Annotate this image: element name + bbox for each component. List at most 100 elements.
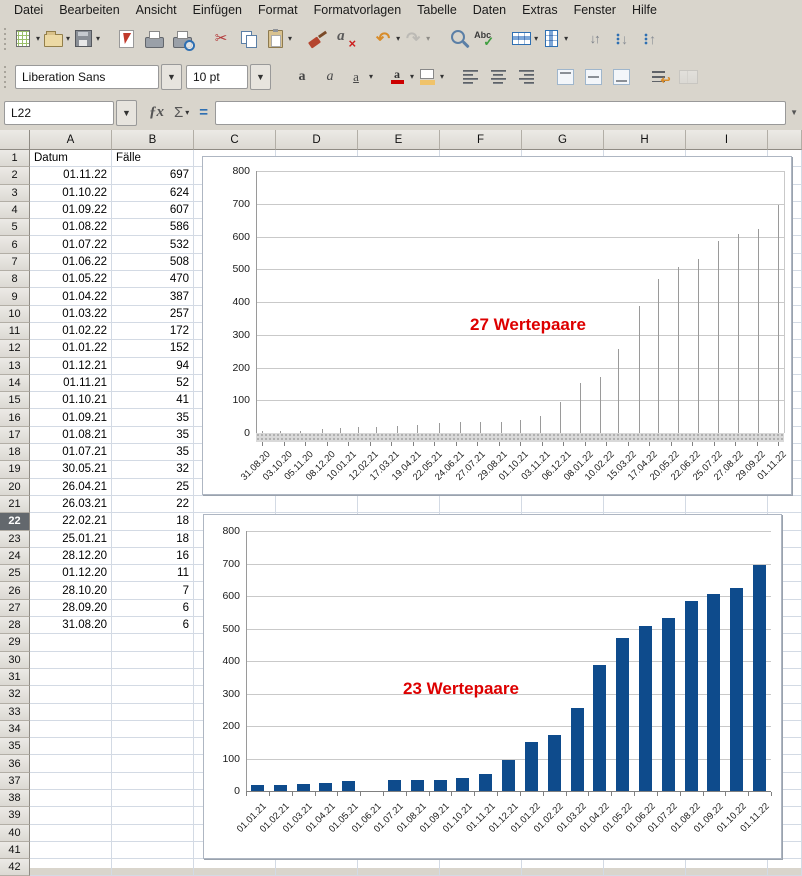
- cell-B28[interactable]: 6: [112, 617, 194, 634]
- cell-B18[interactable]: 35: [112, 444, 194, 461]
- cut-button[interactable]: ✂: [208, 25, 234, 53]
- cell-A41[interactable]: [30, 842, 112, 859]
- save-dropdown-icon[interactable]: ▾: [96, 34, 100, 43]
- cell-B25[interactable]: 11: [112, 565, 194, 582]
- sort-ascending-button[interactable]: ↓: [609, 25, 635, 53]
- column-header-partial[interactable]: [768, 130, 802, 150]
- row-header-18[interactable]: 18: [0, 444, 30, 461]
- cell-B3[interactable]: 624: [112, 185, 194, 202]
- find-replace-button[interactable]: [443, 25, 469, 53]
- cell-A40[interactable]: [30, 825, 112, 842]
- formula-input[interactable]: [215, 101, 786, 125]
- print-button[interactable]: [141, 25, 167, 53]
- cell-A1[interactable]: Datum: [30, 150, 112, 167]
- chart-27-wertepaare[interactable]: 800700600500400300200100031.08.2003.10.2…: [202, 156, 792, 495]
- row-header-36[interactable]: 36: [0, 755, 30, 772]
- row-header-8[interactable]: 8: [0, 271, 30, 288]
- row-button[interactable]: ▾: [510, 25, 538, 53]
- clone-formatting-button[interactable]: [305, 25, 331, 53]
- row-header-11[interactable]: 11: [0, 323, 30, 340]
- cell-A12[interactable]: 01.01.22: [30, 340, 112, 357]
- sum-icon[interactable]: Σ▾: [174, 104, 189, 121]
- cell-A38[interactable]: [30, 790, 112, 807]
- cell-A19[interactable]: 30.05.21: [30, 461, 112, 478]
- cell-B6[interactable]: 532: [112, 236, 194, 253]
- clear-formatting-button[interactable]: a×: [333, 25, 359, 53]
- column-header-C[interactable]: C: [194, 130, 276, 150]
- row-header-9[interactable]: 9: [0, 288, 30, 305]
- redo-dropdown-icon[interactable]: ▾: [426, 34, 430, 43]
- row-header-19[interactable]: 19: [0, 461, 30, 478]
- open-button[interactable]: ▾: [42, 25, 70, 53]
- cell-B30[interactable]: [112, 652, 194, 669]
- row-header-2[interactable]: 2: [0, 167, 30, 184]
- cell-reference-field[interactable]: L22: [4, 101, 114, 125]
- align-middle-button[interactable]: [580, 63, 606, 91]
- cell-A10[interactable]: 01.03.22: [30, 306, 112, 323]
- menu-hilfe[interactable]: Hilfe: [624, 3, 665, 17]
- cell-A25[interactable]: 01.12.20: [30, 565, 112, 582]
- cell-E21[interactable]: [358, 496, 440, 513]
- undo-button[interactable]: ↶▾: [372, 25, 400, 53]
- cell-I21[interactable]: [686, 496, 768, 513]
- menu-extras[interactable]: Extras: [514, 3, 565, 17]
- row-header-25[interactable]: 25: [0, 565, 30, 582]
- cell-A9[interactable]: 01.04.22: [30, 288, 112, 305]
- row-dropdown-icon[interactable]: ▾: [534, 34, 538, 43]
- cell-A34[interactable]: [30, 721, 112, 738]
- row-header-28[interactable]: 28: [0, 617, 30, 634]
- cell-B2[interactable]: 697: [112, 167, 194, 184]
- underline-dropdown-icon[interactable]: ▾: [369, 72, 373, 81]
- cell-A6[interactable]: 01.07.22: [30, 236, 112, 253]
- row-header-22[interactable]: 22: [0, 513, 30, 530]
- align-bottom-button[interactable]: [608, 63, 634, 91]
- expand-formula-bar-icon[interactable]: ▼: [790, 108, 798, 117]
- open-dropdown-icon[interactable]: ▾: [66, 34, 70, 43]
- merge-cells-button[interactable]: [675, 63, 701, 91]
- font-color-button[interactable]: a▾: [386, 63, 414, 91]
- name-box[interactable]: L22 ▼: [4, 100, 137, 126]
- row-header-15[interactable]: 15: [0, 392, 30, 409]
- new-dropdown-icon[interactable]: ▾: [36, 34, 40, 43]
- row-header-14[interactable]: 14: [0, 375, 30, 392]
- row-header-24[interactable]: 24: [0, 548, 30, 565]
- row-header-5[interactable]: 5: [0, 219, 30, 236]
- chart-23-wertepaare[interactable]: 800700600500400300200100001.01.2101.02.2…: [203, 514, 782, 859]
- equals-icon[interactable]: =: [199, 104, 208, 121]
- menu-fenster[interactable]: Fenster: [566, 3, 624, 17]
- font-size-dropdown-icon[interactable]: ▼: [250, 64, 271, 90]
- row-header-20[interactable]: 20: [0, 479, 30, 496]
- cell-B29[interactable]: [112, 634, 194, 651]
- row-header-29[interactable]: 29: [0, 634, 30, 651]
- column-header-A[interactable]: A: [30, 130, 112, 150]
- cell-B10[interactable]: 257: [112, 306, 194, 323]
- cell-B24[interactable]: 16: [112, 548, 194, 565]
- cell-A39[interactable]: [30, 807, 112, 824]
- row-header-31[interactable]: 31: [0, 669, 30, 686]
- redo-button[interactable]: ↷▾: [402, 25, 430, 53]
- row-header-6[interactable]: 6: [0, 236, 30, 253]
- font-name-field[interactable]: Liberation Sans: [15, 65, 159, 89]
- font-size-field[interactable]: 10 pt: [186, 65, 248, 89]
- font-name-combo[interactable]: Liberation Sans ▼: [15, 64, 182, 90]
- highlight-color-dropdown-icon[interactable]: ▾: [440, 72, 444, 81]
- menu-tabelle[interactable]: Tabelle: [409, 3, 465, 17]
- menu-formatvorlagen[interactable]: Formatvorlagen: [306, 3, 410, 17]
- cell-B16[interactable]: 35: [112, 409, 194, 426]
- toolbar-grip[interactable]: [2, 66, 7, 88]
- cell-B13[interactable]: 94: [112, 358, 194, 375]
- row-header-12[interactable]: 12: [0, 340, 30, 357]
- row-header-41[interactable]: 41: [0, 842, 30, 859]
- row-header-4[interactable]: 4: [0, 202, 30, 219]
- cell-A28[interactable]: 31.08.20: [30, 617, 112, 634]
- paste-dropdown-icon[interactable]: ▾: [288, 34, 292, 43]
- row-header-21[interactable]: 21: [0, 496, 30, 513]
- menu-bearbeiten[interactable]: Bearbeiten: [51, 3, 127, 17]
- column-button[interactable]: ▾: [540, 25, 568, 53]
- cell-B4[interactable]: 607: [112, 202, 194, 219]
- row-header-17[interactable]: 17: [0, 427, 30, 444]
- row-header-35[interactable]: 35: [0, 738, 30, 755]
- cell-B17[interactable]: 35: [112, 427, 194, 444]
- column-header-G[interactable]: G: [522, 130, 604, 150]
- cell-B37[interactable]: [112, 773, 194, 790]
